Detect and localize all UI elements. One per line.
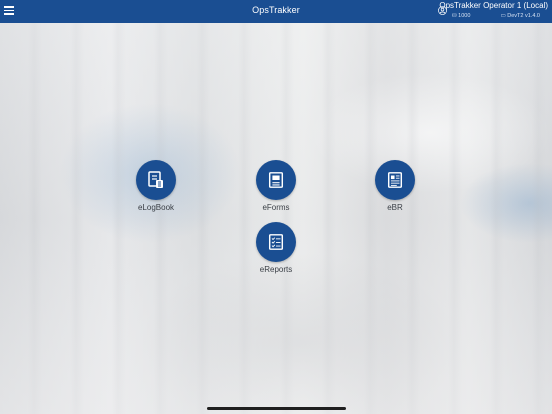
tile-label-ebr: eBR [387, 203, 403, 212]
background-image [0, 23, 552, 414]
eforms-button[interactable] [256, 160, 296, 200]
user-name[interactable]: OpsTrakker Operator 1 (Local) [439, 1, 548, 10]
checklist-report-icon [268, 234, 284, 250]
tile-ereports[interactable]: eReports [246, 222, 306, 274]
tile-ebr[interactable]: eBR [365, 160, 425, 212]
tile-eforms[interactable]: eForms [246, 160, 306, 212]
version-info: ▭ DevT2 v1.4.0 [501, 13, 540, 19]
device-icon: ▭ [500, 13, 506, 19]
site-info: ⛁ 1000 [452, 13, 470, 19]
site-icon: ⛁ [452, 13, 457, 19]
version-text: DevT2 v1.4.0 [507, 13, 540, 19]
tile-label-eforms: eForms [262, 203, 290, 212]
tile-elogbook[interactable]: eLogBook [126, 160, 186, 212]
ereports-button[interactable] [256, 222, 296, 262]
batch-record-icon [387, 172, 403, 188]
site-code: 1000 [458, 13, 471, 19]
home-screen: OpsTrakker OpsTrakker Operator 1 (Local)… [0, 0, 552, 414]
tile-label-ereports: eReports [259, 265, 293, 274]
top-bar: OpsTrakker OpsTrakker Operator 1 (Local)… [0, 0, 552, 23]
form-icon [268, 172, 284, 188]
home-indicator[interactable] [207, 407, 346, 410]
ebr-button[interactable] [375, 160, 415, 200]
logbook-icon [148, 171, 163, 188]
tile-label-elogbook: eLogBook [137, 203, 175, 212]
elogbook-button[interactable] [136, 160, 176, 200]
